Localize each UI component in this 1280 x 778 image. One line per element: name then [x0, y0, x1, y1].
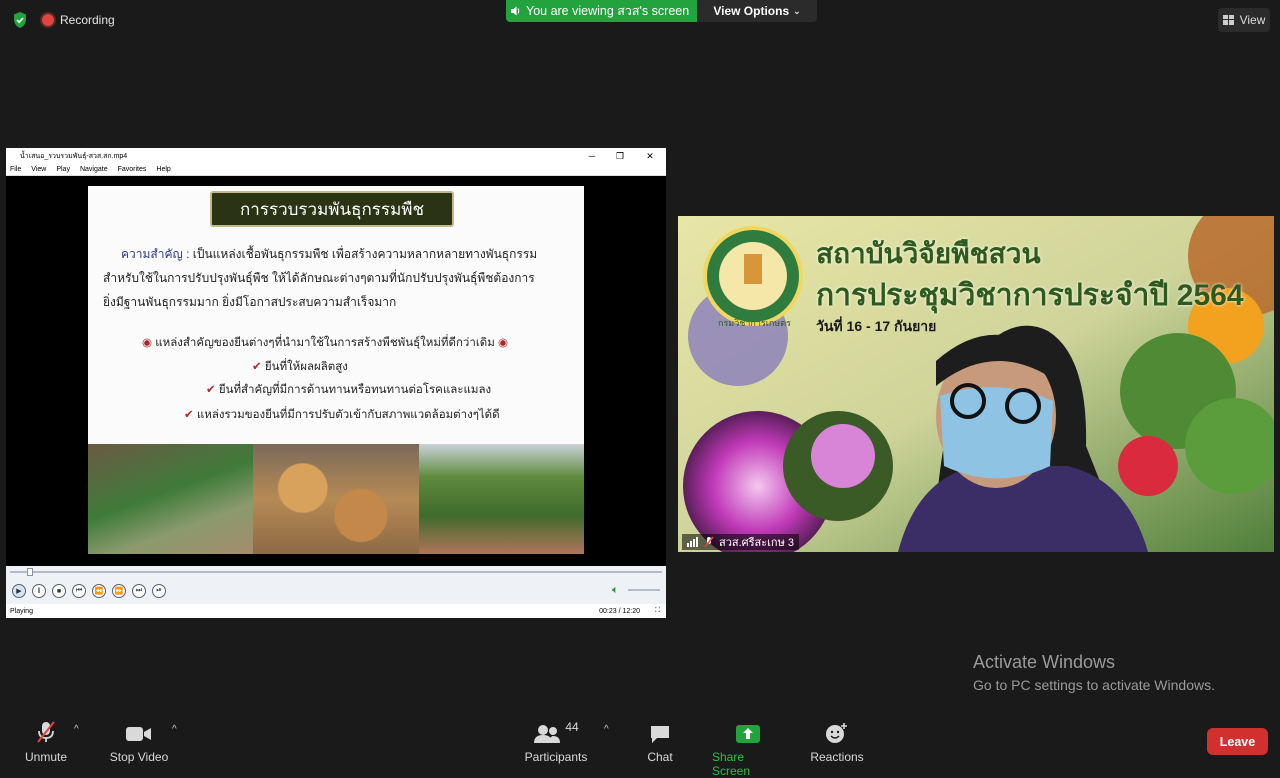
menu-view[interactable]: View — [31, 166, 46, 173]
participant-nametag: สวส.ศรีสะเกษ 3 — [682, 534, 800, 550]
checkmark-icon: ✔ — [252, 361, 262, 373]
player-statusbar: Playing 00:23 / 12:20 ⛶ — [6, 604, 666, 618]
view-layout-button[interactable]: View — [1218, 8, 1270, 32]
share-screen-button[interactable]: Share Screen — [712, 720, 784, 778]
stop-video-button[interactable]: Stop Video — [108, 720, 170, 764]
chat-bubble-icon — [651, 726, 669, 743]
seek-handle[interactable] — [27, 568, 34, 576]
minimize-button[interactable]: ─ — [578, 148, 606, 164]
view-label: View — [1239, 13, 1266, 27]
player-title: น้ำเสนอ_รวบรวมพันธุ์-สวส.สก.mp4 — [20, 152, 128, 160]
bullet-check-3: ✔ แหล่งรวมของยีนที่มีการปรับตัวเข้ากับสภ… — [184, 409, 500, 421]
presentation-slide: การรวบรวมพันธุกรรมพืช ความสำคัญ : เป็นแห… — [88, 186, 584, 554]
volume-icon[interactable]: 🔈︎ — [612, 584, 619, 597]
volume-slider[interactable] — [628, 589, 660, 591]
share-screen-label: Share Screen — [712, 750, 751, 778]
grid-view-icon — [1222, 15, 1234, 25]
security-shield-icon[interactable] — [10, 10, 30, 30]
banner-subtitle: การประชุมวิชาการประจำปี 2564 — [816, 279, 1244, 312]
bullet-check-2: ✔ ยีนที่สำคัญที่มีการต้านทานหรือทนทานต่อ… — [206, 384, 492, 396]
speaker-icon — [511, 6, 520, 16]
recording-icon — [42, 14, 54, 26]
recording-label: Recording — [60, 13, 115, 27]
rewind-icon[interactable]: ⏪ — [92, 584, 106, 598]
photo-pumpkins — [253, 444, 419, 554]
player-menubar: File View Play Navigate Favorites Help — [6, 164, 666, 176]
fast-forward-icon[interactable]: ⏩ — [112, 584, 126, 598]
menu-play[interactable]: Play — [56, 166, 70, 173]
pause-icon[interactable]: ‖ — [32, 584, 46, 598]
stop-icon[interactable]: ■ — [52, 584, 66, 598]
participants-icon — [534, 725, 561, 743]
audio-options-caret-icon[interactable]: ^ — [74, 724, 79, 735]
leave-button[interactable]: Leave — [1207, 728, 1268, 755]
target-icon: ◉ — [142, 337, 153, 349]
share-screen-icon — [736, 725, 760, 743]
participant-name: สวส.ศรีสะเกษ 3 — [719, 537, 795, 549]
checkmark-icon: ✔ — [184, 409, 194, 421]
slide-line-3: ยิ่งมีฐานพันธุกรรมมาก ยิ่งมีโอกาสประสบคว… — [103, 295, 397, 309]
bullet-check-1: ✔ ยีนที่ให้ผลผลิตสูง — [252, 361, 348, 373]
activate-title: Activate Windows — [973, 652, 1116, 672]
player-status: Playing — [10, 607, 33, 615]
chevron-down-icon: ⌄ — [793, 5, 801, 16]
slide-line-1: เป็นแหล่งเชื้อพันธุกรรมพืช เพื่อสร้างควา… — [192, 247, 538, 261]
next-icon[interactable]: ⏭ — [132, 584, 146, 598]
slide-line-2: สำหรับใช้ในการปรับปรุงพันธุ์พืช ให้ได้ลั… — [103, 271, 535, 285]
participants-options-caret-icon[interactable]: ^ — [604, 724, 609, 735]
close-button[interactable]: ✕ — [636, 148, 664, 164]
participant-video-tile[interactable]: สถาบันวิจัยพืชสวน การประชุมวิชาการประจำป… — [678, 216, 1274, 552]
previous-icon[interactable]: ⏮ — [72, 584, 86, 598]
view-options-label: View Options — [713, 4, 790, 18]
reactions-label: Reactions — [810, 750, 864, 764]
photo-field-plants — [418, 444, 584, 554]
player-time: 00:23 / 12:20 — [599, 607, 640, 615]
slide-paragraph: ความสำคัญ : เป็นแหล่งเชื้อพันธุกรรมพืช เ… — [103, 242, 573, 314]
unmute-button[interactable]: Unmute — [24, 720, 68, 764]
participants-count: 44 — [565, 720, 579, 734]
muted-mic-icon — [704, 536, 714, 548]
participants-button[interactable]: 44 Participants — [522, 720, 590, 764]
frame-step-icon[interactable]: ⏯ — [152, 584, 166, 598]
video-camera-icon — [126, 727, 151, 741]
stop-video-label: Stop Video — [109, 750, 169, 764]
video-area[interactable]: การรวบรวมพันธุกรรมพืช ความสำคัญ : เป็นแห… — [6, 176, 666, 566]
menu-help[interactable]: Help — [156, 166, 170, 173]
importance-label: ความสำคัญ : — [121, 247, 190, 261]
recording-indicator[interactable]: Recording — [42, 10, 115, 30]
activate-subtitle: Go to PC settings to activate Windows. — [973, 677, 1215, 693]
menu-file[interactable]: File — [10, 166, 21, 173]
player-titlebar: น้ำเสนอ_รวบรวมพันธุ์-สวส.สก.mp4 — [6, 148, 666, 164]
banner-title: สถาบันวิจัยพืชสวน — [816, 238, 1041, 269]
video-options-caret-icon[interactable]: ^ — [172, 724, 177, 735]
view-options-button[interactable]: View Options ⌄ — [697, 0, 817, 22]
menu-navigate[interactable]: Navigate — [80, 166, 108, 173]
signal-strength-icon — [687, 537, 698, 547]
banner-date: วันที่ 16 - 17 กันยาย — [816, 318, 937, 334]
checkmark-icon: ✔ — [206, 384, 216, 396]
photo-market-vegetables — [88, 444, 254, 554]
shared-screen-media-player[interactable]: น้ำเสนอ_รวบรวมพันธุ์-สวส.สก.mp4 ─ ❐ ✕ Fi… — [6, 148, 666, 618]
activate-windows-watermark: Activate Windows Go to PC settings to ac… — [973, 652, 1215, 693]
chat-button[interactable]: Chat — [645, 720, 675, 764]
reactions-smiley-icon — [826, 723, 847, 743]
unmute-label: Unmute — [24, 750, 68, 764]
muted-mic-icon — [37, 721, 55, 743]
viewing-screen-banner: You are viewing สวส's screen — [506, 0, 697, 22]
player-controls: ▶ ‖ ■ ⏮ ⏪ ⏩ ⏭ ⏯ 🔈︎ — [6, 578, 666, 604]
fullscreen-icon[interactable]: ⛶ — [655, 607, 660, 615]
menu-favorites[interactable]: Favorites — [118, 166, 147, 173]
department-logo-text: กรมวิชาการเกษตร — [718, 318, 791, 328]
bullet-main: ◉ แหล่งสำคัญของยีนต่างๆที่นำมาใช้ในการสร… — [142, 337, 509, 349]
play-icon[interactable]: ▶ — [12, 584, 26, 598]
chat-label: Chat — [647, 750, 673, 764]
restore-button[interactable]: ❐ — [606, 148, 634, 164]
slide-photos — [88, 444, 584, 554]
viewing-banner-text: You are viewing สวส's screen — [526, 4, 690, 18]
slide-heading: การรวบรวมพันธุกรรมพืช — [210, 191, 454, 227]
seek-bar[interactable] — [6, 566, 666, 578]
target-icon: ◉ — [498, 337, 509, 349]
reactions-button[interactable]: Reactions — [810, 720, 864, 764]
participants-label: Participants — [524, 750, 588, 764]
